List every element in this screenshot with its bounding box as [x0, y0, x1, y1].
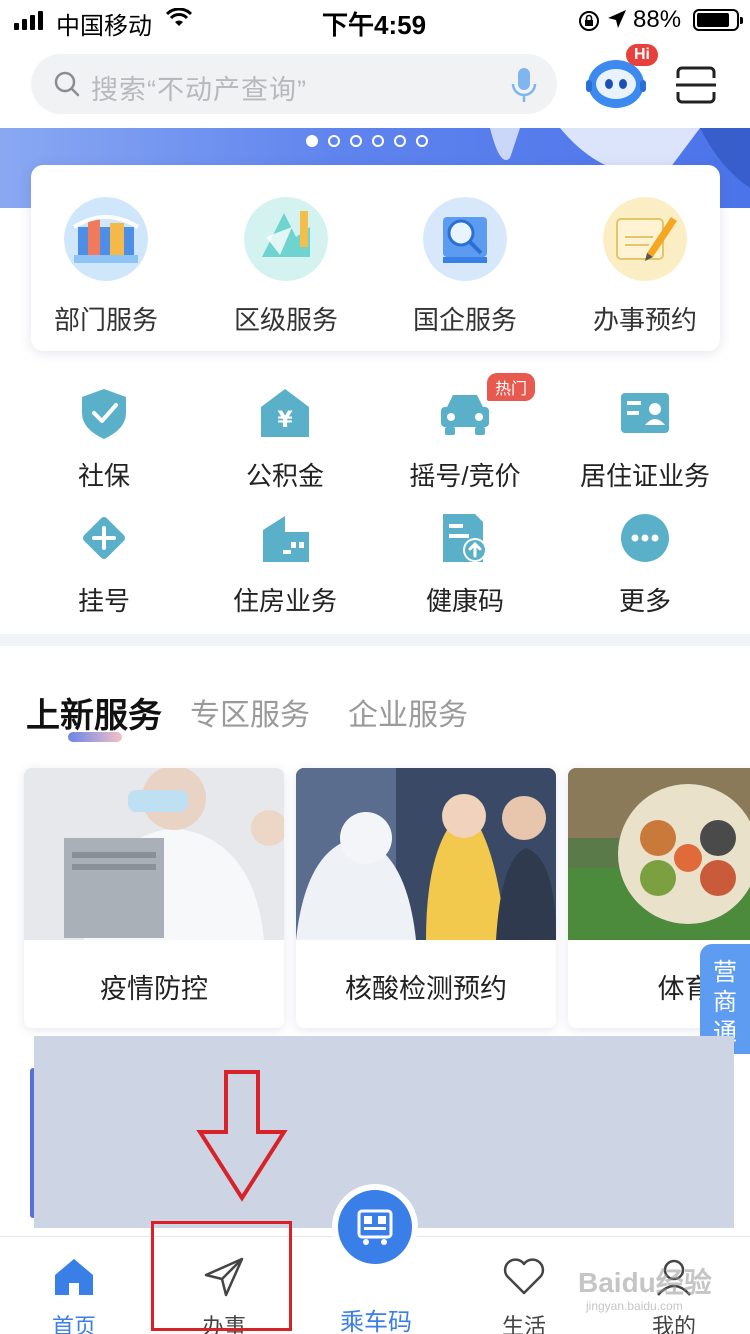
building-icon: [263, 516, 309, 562]
status-bar: 中国移动 下午4:59 88%: [0, 0, 750, 40]
department-icon: [64, 197, 148, 281]
grid-item-registration[interactable]: 挂号: [14, 510, 194, 618]
location-arrow-icon: [608, 10, 626, 28]
signal-icon: [14, 10, 43, 30]
id-card-icon: [621, 393, 669, 433]
hot-badge: 热门: [487, 373, 536, 401]
grid-item-more[interactable]: 更多: [555, 510, 735, 618]
service-card-epidemic[interactable]: 疫情防控: [24, 768, 284, 1028]
section-divider: [0, 634, 750, 646]
grid-label: 居住证业务: [579, 461, 710, 491]
microphone-icon[interactable]: [509, 66, 539, 104]
featured-label: 国企服务: [412, 305, 517, 335]
battery-icon: [693, 9, 743, 31]
state-enterprise-icon: [423, 197, 507, 281]
house-yuan-icon: ¥: [261, 389, 309, 437]
district-icon: [244, 197, 328, 281]
featured-item-appointment[interactable]: 办事预约: [570, 197, 720, 337]
search-placeholder[interactable]: 搜索“不动产查询”: [91, 68, 307, 107]
service-card-label: 核酸检测预约: [345, 974, 507, 1004]
annotation-arrow-icon: [196, 1070, 288, 1202]
ride-code-button[interactable]: [338, 1190, 412, 1264]
home-icon: [55, 1259, 93, 1295]
featured-label: 区级服务: [233, 305, 338, 335]
plus-diamond-icon: [83, 517, 125, 559]
grid-item-lottery-bid[interactable]: 摇号/竞价: [375, 385, 555, 493]
svg-text:¥: ¥: [277, 408, 293, 433]
svg-text:Baidu经验: Baidu经验: [578, 1266, 712, 1298]
ride-code-label: 乘车码: [340, 1309, 412, 1334]
appointment-icon: [603, 197, 687, 281]
grid-label: 摇号/竞价: [409, 461, 521, 491]
nav-label: 首页: [51, 1314, 96, 1334]
battery-percent: 88%: [633, 6, 682, 33]
nav-life[interactable]: 生活: [474, 1255, 574, 1334]
heart-icon: [503, 1258, 545, 1295]
search-bar[interactable]: 搜索“不动产查询”: [31, 54, 557, 114]
more-icon: [621, 514, 669, 562]
health-code-icon: [443, 514, 487, 562]
grid-item-health-code[interactable]: 健康码: [375, 510, 555, 618]
search-icon: [54, 71, 80, 97]
scan-icon[interactable]: [676, 66, 716, 104]
grid-item-social-security[interactable]: 社保: [14, 385, 194, 493]
grid-label: 公积金: [245, 461, 324, 491]
grid-label: 住房业务: [232, 586, 337, 616]
grid-item-residence-permit[interactable]: 居住证业务: [555, 385, 735, 493]
app-screen: 中国移动 下午4:59 88% 搜索“不动产查询” Hi 部门服务 区级服务 国…: [0, 0, 750, 1334]
grid-label: 更多: [618, 586, 671, 616]
assistant-hi-badge: Hi: [626, 44, 658, 66]
featured-label: 部门服务: [53, 305, 158, 335]
featured-item-department[interactable]: 部门服务: [31, 197, 181, 337]
service-card-nucleic-test[interactable]: 核酸检测预约: [296, 768, 556, 1028]
service-card-label: 疫情防控: [100, 974, 208, 1004]
wifi-icon: [166, 8, 192, 26]
clock: 下午4:59: [322, 10, 427, 40]
annotation-highlight-box: [151, 1221, 292, 1331]
carrier-name: 中国移动: [56, 13, 152, 40]
baidu-watermark: Baidu经验 jingyan.baidu.com: [578, 1266, 712, 1313]
shield-check-icon: [82, 389, 126, 439]
tab-new-services[interactable]: 上新服务: [26, 688, 162, 737]
tab-enterprise-services[interactable]: 企业服务: [348, 690, 468, 734]
grid-item-housing-business[interactable]: 住房业务: [195, 510, 375, 618]
stadium-photo: [568, 768, 750, 940]
bus-code-icon: [357, 1209, 393, 1245]
tab-zone-services[interactable]: 专区服务: [190, 690, 310, 734]
active-tab-indicator: [68, 732, 122, 742]
featured-label: 办事预约: [592, 305, 697, 335]
grid-item-housing-fund[interactable]: ¥ 公积金: [195, 385, 375, 493]
featured-item-state-enterprise[interactable]: 国企服务: [390, 197, 540, 337]
car-icon: [441, 395, 489, 435]
nav-label: 生活: [501, 1314, 546, 1334]
side-tab-label: 营商通: [713, 959, 737, 1046]
nucleic-test-photo: [296, 768, 556, 940]
nav-home[interactable]: 首页: [24, 1255, 124, 1334]
featured-services-card: 部门服务 区级服务 国企服务 办事预约: [31, 165, 720, 351]
rotation-lock-icon: [579, 11, 599, 31]
grid-label: 挂号: [77, 586, 130, 616]
grid-label: 健康码: [425, 586, 504, 616]
featured-item-district[interactable]: 区级服务: [211, 197, 361, 337]
doctor-photo: [24, 768, 284, 940]
grid-label: 社保: [77, 461, 130, 491]
svg-text:jingyan.baidu.com: jingyan.baidu.com: [585, 1299, 683, 1313]
carousel-dots: [306, 135, 428, 147]
